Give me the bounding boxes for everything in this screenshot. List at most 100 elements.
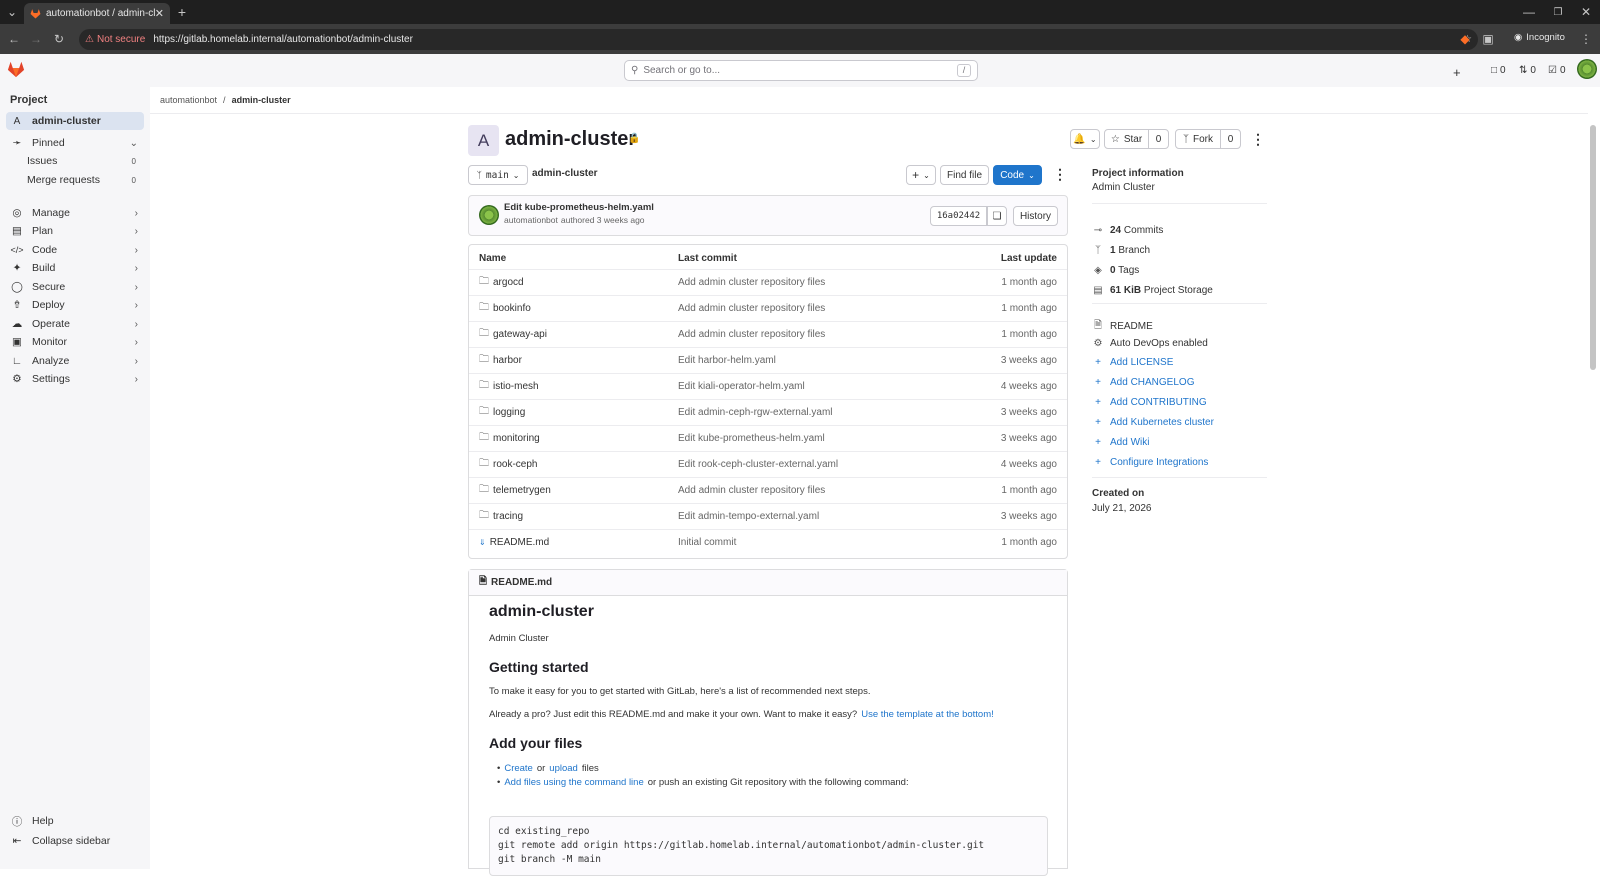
table-row[interactable]: ⇓ README.md Initial commit 1 month ago (469, 529, 1067, 555)
create-new-icon[interactable]: + (1453, 65, 1461, 80)
table-row[interactable]: 🗀 argocd Add admin cluster repository file… (469, 269, 1067, 295)
readme-template-link[interactable]: Use the template at the bottom! (861, 709, 994, 720)
new-tab-icon[interactable]: + (172, 2, 192, 22)
tab-close-icon[interactable]: ✕ (155, 7, 164, 20)
breadcrumb-project-link[interactable]: admin-cluster (232, 95, 291, 105)
command-line-link[interactable]: Add files using the command line (504, 777, 643, 788)
storage-link[interactable]: ▤ 61 KiB Project Storage (1092, 285, 1213, 296)
sidebar-project-link[interactable]: A admin-cluster (6, 112, 144, 130)
file-last-commit-link[interactable]: Add admin cluster repository files (678, 303, 825, 314)
browser-tab[interactable]: automationbot / admin-cluster ✕ (24, 3, 170, 24)
sidebar-item-code[interactable]: </> Code › (6, 241, 144, 259)
add-changelog-link[interactable]: + Add CHANGELOG (1092, 377, 1194, 388)
sidebar-item-manage[interactable]: ◎ Manage › (6, 204, 144, 222)
todos-counter[interactable]: ☑ 0 (1548, 65, 1566, 76)
sidebar-pinned-toggle[interactable]: ➛ Pinned ⌄ (6, 134, 144, 152)
scrollbar-thumb[interactable] (1590, 125, 1596, 370)
fork-count[interactable]: 0 (1220, 129, 1241, 149)
readme-filename[interactable]: README.md (491, 577, 552, 588)
incognito-badge[interactable]: ◉ Incognito (1514, 32, 1565, 43)
branches-link[interactable]: ᛉ1 Branch (1092, 245, 1150, 256)
not-secure-badge[interactable]: ⚠ Not secure (85, 34, 145, 45)
fork-button[interactable]: ᛉ Fork (1175, 129, 1221, 149)
sidebar-item-deploy[interactable]: ⇮ Deploy › (6, 296, 144, 314)
copy-sha-icon[interactable]: ❏ (987, 206, 1007, 226)
reload-icon[interactable]: ↻ (49, 29, 69, 49)
file-last-commit-link[interactable]: Edit harbor-helm.yaml (678, 355, 776, 366)
tab-search-icon[interactable]: ⌄ (2, 2, 22, 22)
global-search-input[interactable]: ⚲ Search or go to... / (624, 60, 978, 81)
create-link[interactable]: Create (504, 763, 533, 774)
table-row[interactable]: 🗀 bookinfo Add admin cluster repository fi… (469, 295, 1067, 321)
tags-link[interactable]: ◈ 0 Tags (1092, 265, 1139, 276)
add-wiki-link[interactable]: + Add Wiki (1092, 437, 1149, 448)
issues-counter[interactable]: □ 0 (1491, 65, 1506, 76)
star-count[interactable]: 0 (1148, 129, 1169, 149)
window-close-icon[interactable]: ✕ (1576, 2, 1596, 22)
find-file-button[interactable]: Find file (940, 165, 989, 185)
branch-selector[interactable]: ᛉ main ⌄ (468, 165, 528, 185)
file-last-commit-link[interactable]: Initial commit (678, 537, 736, 548)
file-last-commit-link[interactable]: Add admin cluster repository files (678, 329, 825, 340)
repo-path[interactable]: admin-cluster (532, 168, 598, 179)
merge-requests-counter[interactable]: ⇅ 0 (1519, 65, 1536, 76)
page-scrollbar[interactable] (1588, 113, 1600, 865)
file-name-link[interactable]: 🗀 gateway-api (479, 326, 547, 343)
commit-author-avatar[interactable] (479, 205, 499, 225)
sidebar-help[interactable]: ⓘ Help (6, 812, 144, 830)
sidebar-item-operate[interactable]: ☁ Operate › (6, 315, 144, 333)
url-text[interactable]: https://gitlab.homelab.internal/automati… (153, 34, 413, 45)
file-name-link[interactable]: 🗀 rook-ceph (479, 456, 537, 473)
commit-author-link[interactable]: automationbot (504, 215, 558, 225)
code-block[interactable]: cd existing_repo git remote add origin ht… (489, 816, 1048, 876)
sidebar-item-settings[interactable]: ⚙ Settings › (6, 370, 144, 388)
extension-gitlab-icon[interactable]: ◆ (1455, 29, 1475, 49)
user-avatar[interactable] (1577, 59, 1597, 79)
configure-integrations-link[interactable]: + Configure Integrations (1092, 457, 1208, 468)
sidebar-collapse[interactable]: ⇤ Collapse sidebar (6, 832, 144, 850)
file-last-commit-link[interactable]: Edit admin-tempo-external.yaml (678, 511, 819, 522)
file-name-link[interactable]: 🗀 argocd (479, 274, 524, 291)
file-name-link[interactable]: 🗀 istio-mesh (479, 378, 539, 395)
file-last-commit-link[interactable]: Edit kube-prometheus-helm.yaml (678, 433, 825, 444)
upload-link[interactable]: upload (549, 763, 578, 774)
file-last-commit-link[interactable]: Edit kiali-operator-helm.yaml (678, 381, 805, 392)
readme-link[interactable]: 🗎 README (1092, 318, 1153, 335)
sidebar-item-analyze[interactable]: ∟ Analyze › (6, 352, 144, 370)
file-name-link[interactable]: 🗀 telemetrygen (479, 482, 551, 499)
table-row[interactable]: 🗀 telemetrygen Add admin cluster repositor… (469, 477, 1067, 503)
project-actions-icon[interactable]: ⋮ (1251, 131, 1265, 148)
gitlab-logo-icon[interactable] (7, 60, 25, 78)
extensions-icon[interactable]: ▣ (1478, 29, 1498, 49)
star-button[interactable]: ☆ Star (1104, 129, 1149, 149)
table-row[interactable]: 🗀 rook-ceph Edit rook-ceph-cluster-externa… (469, 451, 1067, 477)
repo-actions-icon[interactable]: ⋮ (1053, 166, 1067, 183)
add-contributing-link[interactable]: + Add CONTRIBUTING (1092, 397, 1207, 408)
sidebar-item-plan[interactable]: ▤ Plan › (6, 222, 144, 240)
file-name-link[interactable]: 🗀 logging (479, 404, 525, 421)
table-row[interactable]: 🗀 tracing Edit admin-tempo-external.yaml 3 … (469, 503, 1067, 529)
table-row[interactable]: 🗀 monitoring Edit kube-prometheus-helm.yam… (469, 425, 1067, 451)
code-dropdown-button[interactable]: Code ⌄ (993, 165, 1042, 185)
commits-link[interactable]: ⊸ 24 Commits (1092, 225, 1164, 236)
omnibox[interactable]: ⚠ Not secure https://gitlab.homelab.inter… (79, 29, 1478, 50)
restore-icon[interactable]: ❐ (1548, 2, 1568, 22)
file-name-link[interactable]: 🗀 monitoring (479, 430, 540, 447)
browser-menu-icon[interactable]: ⋮ (1576, 29, 1596, 49)
add-license-link[interactable]: + Add LICENSE (1092, 357, 1173, 368)
sidebar-item-issues[interactable]: Issues 0 (6, 152, 144, 170)
sidebar-item-secure[interactable]: ◯ Secure › (6, 278, 144, 296)
add-kubernetes-link[interactable]: + Add Kubernetes cluster (1092, 417, 1214, 428)
table-row[interactable]: 🗀 harbor Edit harbor-helm.yaml 3 weeks ago (469, 347, 1067, 373)
commit-message-link[interactable]: Edit kube-prometheus-helm.yaml (504, 202, 654, 213)
auto-devops-link[interactable]: ⚙ Auto DevOps enabled (1092, 338, 1208, 349)
file-last-commit-link[interactable]: Add admin cluster repository files (678, 277, 825, 288)
table-row[interactable]: 🗀 logging Edit admin-ceph-rgw-external.yam… (469, 399, 1067, 425)
file-name-link[interactable]: 🗀 tracing (479, 508, 523, 525)
breadcrumb-owner-link[interactable]: automationbot (160, 95, 217, 105)
forward-icon[interactable]: → (26, 29, 46, 49)
file-name-link[interactable]: 🗀 harbor (479, 352, 522, 369)
commit-sha[interactable]: 16a02442 (930, 206, 987, 226)
file-last-commit-link[interactable]: Edit rook-ceph-cluster-external.yaml (678, 459, 838, 470)
add-file-dropdown[interactable]: + ⌄ (906, 165, 936, 185)
